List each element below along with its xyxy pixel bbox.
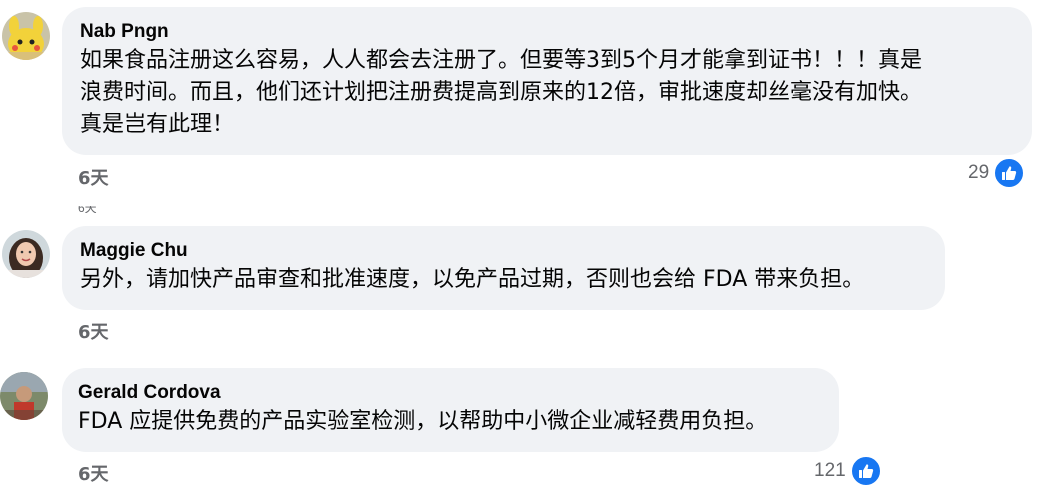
like-icon: [993, 157, 1026, 189]
comment-timestamp[interactable]: 6天: [78, 164, 109, 190]
reaction-count: 121: [814, 460, 846, 481]
comment-text-line: 真是岂有此理！: [80, 112, 235, 137]
comment-author[interactable]: Nab Pngn: [80, 19, 1012, 45]
reaction-summary[interactable]: 121: [814, 455, 882, 487]
like-icon: [849, 455, 882, 487]
comment-bubble: Gerald Cordova FDA 应提供免费的产品实验室检测，以帮助中小微企…: [62, 368, 839, 452]
clipped-timestamp: 6天: [78, 206, 97, 213]
comment-author[interactable]: Maggie Chu: [80, 238, 925, 264]
comment-text-line: FDA 应提供免费的产品实验室检测，以帮助中小微企业减轻费用负担。: [78, 409, 768, 434]
comment-timestamp[interactable]: 6天: [78, 318, 109, 344]
comment-text-line: 浪费时间。而且，他们还计划把注册费提高到原来的12倍，审批速度却丝毫没有加快。: [80, 80, 922, 105]
comment-text-line: 另外，请加快产品审查和批准速度，以免产品过期，否则也会给 FDA 带来负担。: [80, 267, 865, 292]
comment-timestamp[interactable]: 6天: [78, 460, 109, 486]
reaction-summary[interactable]: 29: [968, 157, 1026, 189]
comment-text-line: 如果食品注册这么容易，人人都会去注册了。但要等3到5个月才能拿到证书！！！真是: [80, 48, 922, 73]
comment-author[interactable]: Gerald Cordova: [78, 380, 819, 406]
comment-bubble: Maggie Chu 另外，请加快产品审查和批准速度，以免产品过期，否则也会给 …: [62, 226, 945, 310]
avatar[interactable]: [0, 372, 48, 420]
avatar[interactable]: [2, 230, 50, 278]
comment-bubble: Nab Pngn 如果食品注册这么容易，人人都会去注册了。但要等3到5个月才能拿…: [62, 7, 1032, 155]
reaction-count: 29: [968, 162, 990, 183]
avatar[interactable]: [2, 12, 50, 60]
